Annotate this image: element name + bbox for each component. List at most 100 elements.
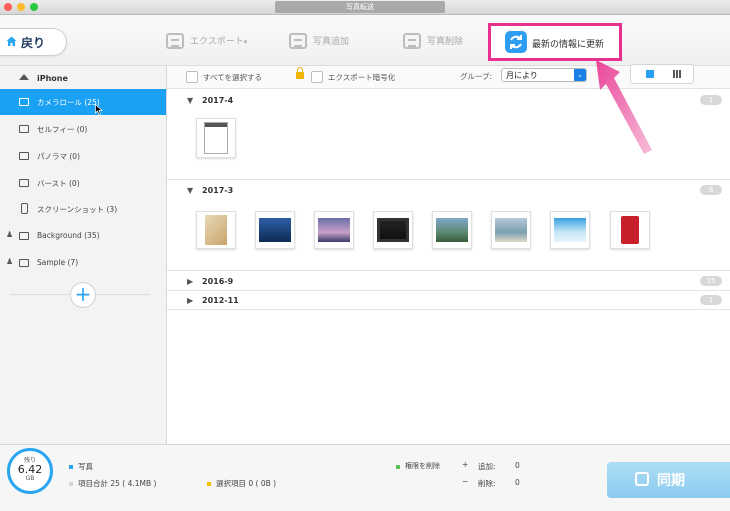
export-icon xyxy=(166,33,184,49)
panorama-icon xyxy=(19,152,29,160)
burst-icon xyxy=(19,179,29,187)
eject-icon[interactable] xyxy=(19,74,29,80)
photo-thumbnail[interactable] xyxy=(373,211,413,249)
minimize-window-button[interactable] xyxy=(17,3,25,11)
export-label: エクスポート xyxy=(190,37,244,47)
sidebar-item-selfie[interactable]: セルフィー (0) xyxy=(0,116,166,142)
mouse-cursor-icon xyxy=(95,104,103,115)
triangle-right-icon: ▶ xyxy=(187,296,194,305)
group-count: 15 xyxy=(700,276,722,286)
group-label: グループ: xyxy=(460,72,493,81)
photo-thumbnail[interactable] xyxy=(432,211,472,249)
group-separator xyxy=(167,270,730,271)
category-dot xyxy=(69,465,73,469)
sidebar-item-label: バースト (0) xyxy=(37,179,80,188)
add-photo-label: 写真追加 xyxy=(313,37,350,47)
sidebar-item-sample[interactable]: ♟ Sample (7) xyxy=(0,250,166,276)
phone-icon xyxy=(21,203,28,214)
refresh-icon xyxy=(505,31,527,53)
total-dot xyxy=(69,482,73,486)
sidebar-item-background[interactable]: ♟ Background (35) xyxy=(0,223,166,249)
sidebar-item-panorama[interactable]: パノラマ (0) xyxy=(0,143,166,169)
sync-icon xyxy=(635,472,649,486)
annotation-arrow-icon xyxy=(596,60,652,154)
chevron-down-icon: ⌄ xyxy=(574,69,586,81)
group-header-2016-9[interactable]: ▶ 2016-9 15 xyxy=(167,272,730,290)
add-count-value: 0 xyxy=(515,461,520,470)
add-count-label: 追加: xyxy=(478,462,496,471)
select-all-label: すべてを選択する xyxy=(203,73,263,82)
sidebar-item-label: スクリーンショット (3) xyxy=(37,205,118,214)
group-header-2012-11[interactable]: ▶ 2012-11 1 xyxy=(167,291,730,309)
triangle-right-icon: ▶ xyxy=(187,277,194,286)
sidebar-item-burst[interactable]: バースト (0) xyxy=(0,170,166,196)
group-select-value: 月により xyxy=(506,71,538,80)
group-header-2017-3[interactable]: ▼ 2017-3 8 xyxy=(167,181,730,199)
sidebar-item-label: パノラマ (0) xyxy=(37,152,81,161)
photo-thumbnail[interactable] xyxy=(255,211,295,249)
sidebar-item-label: Background (35) xyxy=(37,231,100,240)
photo-thumbnail[interactable] xyxy=(550,211,590,249)
group-separator xyxy=(167,179,730,180)
minus-icon: − xyxy=(462,477,469,486)
plus-icon: + xyxy=(462,460,469,469)
album-icon xyxy=(19,259,29,267)
photo-thumbnail[interactable] xyxy=(196,211,236,249)
sidebar-item-label: セルフィー (0) xyxy=(37,125,88,134)
gauge-value: 6.42 xyxy=(17,463,43,476)
camera-icon xyxy=(19,98,29,106)
delete-photo-icon xyxy=(403,33,421,49)
add-album-button[interactable]: + xyxy=(70,282,96,308)
gauge-unit: GB xyxy=(25,475,35,482)
chevron-down-icon: ▾ xyxy=(243,38,248,46)
device-name: iPhone xyxy=(37,74,68,83)
sync-label: 同期 xyxy=(657,473,685,489)
photo-thumbnail[interactable] xyxy=(196,118,236,158)
sidebar-item-label: Sample (7) xyxy=(37,258,79,267)
storage-gauge: 残り 6.42 GB xyxy=(7,448,53,494)
delete-count-label: 削除: xyxy=(478,479,496,488)
encrypt-export-label: エクスポート暗号化 xyxy=(328,73,396,82)
group-name: 2016-9 xyxy=(202,277,234,286)
delete-photo-label: 写真削除 xyxy=(427,37,464,47)
group-count: 1 xyxy=(700,295,722,305)
remove-rights-label: 権限を削除 xyxy=(405,462,440,470)
zoom-window-button[interactable] xyxy=(30,3,38,11)
sidebar-item-screenshot[interactable]: スクリーンショット (3) xyxy=(0,196,166,222)
photo-thumbnail[interactable] xyxy=(314,211,354,249)
selfie-icon xyxy=(19,125,29,133)
photo-thumbnail[interactable] xyxy=(610,211,650,249)
category-label: 写真 xyxy=(78,462,93,471)
delete-count-value: 0 xyxy=(515,478,520,487)
group-name: 2017-4 xyxy=(202,96,234,105)
grid-small-icon[interactable] xyxy=(673,70,681,78)
plus-icon: + xyxy=(74,282,92,306)
select-all-checkbox[interactable] xyxy=(186,71,198,83)
encrypt-export-checkbox[interactable] xyxy=(311,71,323,83)
home-icon xyxy=(6,36,17,46)
sync-button[interactable]: 同期 xyxy=(607,462,730,498)
total-items: 項目合計 25 ( 4.1MB ) xyxy=(78,479,157,488)
window-title: 写真転送 xyxy=(275,1,445,13)
photo-thumbnail[interactable] xyxy=(491,211,531,249)
close-window-button[interactable] xyxy=(4,3,12,11)
group-name: 2012-11 xyxy=(202,296,239,305)
sidebar: iPhone カメラロール (25) セルフィー (0) パノラマ (0) バー… xyxy=(0,66,167,444)
lock-icon xyxy=(296,67,304,79)
person-add-icon: ♟ xyxy=(6,230,14,239)
sidebar-item-camera-roll[interactable]: カメラロール (25) xyxy=(0,89,166,115)
triangle-down-icon: ▼ xyxy=(187,96,194,105)
back-button[interactable]: 戻り xyxy=(0,28,67,56)
back-label: 戻り xyxy=(21,36,46,50)
refresh-label: 最新の情報に更新 xyxy=(532,40,605,50)
rights-dot xyxy=(396,465,400,469)
selected-dot xyxy=(207,482,211,486)
add-photo-icon xyxy=(289,33,307,49)
group-separator xyxy=(167,309,730,310)
group-count: 8 xyxy=(700,185,722,195)
group-select[interactable]: 月により ⌄ xyxy=(501,68,587,82)
group-count: 1 xyxy=(700,95,722,105)
person-add-icon: ♟ xyxy=(6,257,14,266)
selected-items: 選択項目 0 ( 0B ) xyxy=(216,479,277,488)
triangle-down-icon: ▼ xyxy=(187,186,194,195)
